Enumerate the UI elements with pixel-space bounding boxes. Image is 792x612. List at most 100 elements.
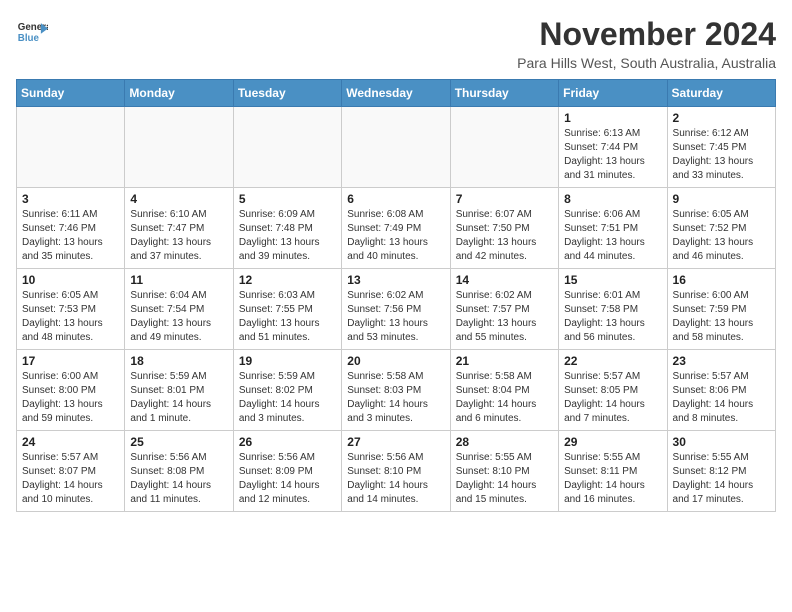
day-info: Sunrise: 6:05 AMSunset: 7:52 PMDaylight:… [673, 208, 770, 264]
calendar-cell: 14Sunrise: 6:02 AMSunset: 7:57 PMDayligh… [450, 269, 558, 350]
day-info: Sunrise: 6:08 AMSunset: 7:49 PMDaylight:… [347, 208, 444, 264]
calendar-cell: 8Sunrise: 6:06 AMSunset: 7:51 PMDaylight… [559, 188, 667, 269]
calendar-cell: 4 Sunrise: 6:10 AMSunset: 7:47 PMDaylight… [125, 188, 233, 269]
day-number: 19 [239, 354, 336, 368]
day-info: Sunrise: 6:10 AMSunset: 7:47 PMDaylight:… [130, 208, 227, 264]
day-number: 7 [456, 192, 553, 206]
day-number: 5 [239, 192, 336, 206]
day-number: 26 [239, 435, 336, 449]
day-number: 16 [673, 273, 770, 287]
day-number: 4 [130, 192, 227, 206]
day-number: 3 [22, 192, 119, 206]
day-number: 1 [564, 111, 661, 125]
calendar-header-thursday: Thursday [450, 80, 558, 107]
day-info: Sunrise: 6:00 AMSunset: 8:00 PMDaylight:… [22, 370, 119, 426]
calendar-cell: 2 Sunrise: 6:12 AMSunset: 7:45 PMDaylight… [667, 107, 775, 188]
calendar-cell: 1 Sunrise: 6:13 AMSunset: 7:44 PMDaylight… [559, 107, 667, 188]
calendar-cell: 25 Sunrise: 5:56 AMSunset: 8:08 PMDayligh… [125, 431, 233, 512]
day-info: Sunrise: 6:09 AMSunset: 7:48 PMDaylight:… [239, 208, 336, 264]
day-number: 23 [673, 354, 770, 368]
day-number: 8 [564, 192, 661, 206]
day-info: Sunrise: 6:12 AMSunset: 7:45 PMDaylight:… [673, 127, 770, 183]
day-number: 10 [22, 273, 119, 287]
calendar-cell: 18Sunrise: 5:59 AMSunset: 8:01 PMDayligh… [125, 350, 233, 431]
calendar-cell: 11 Sunrise: 6:04 AMSunset: 7:54 PMDayligh… [125, 269, 233, 350]
calendar-cell: 19 Sunrise: 5:59 AMSunset: 8:02 PMDayligh… [233, 350, 341, 431]
calendar-cell: 16 Sunrise: 6:00 AMSunset: 7:59 PMDayligh… [667, 269, 775, 350]
day-info: Sunrise: 5:57 AMSunset: 8:07 PMDaylight:… [22, 451, 119, 507]
day-number: 2 [673, 111, 770, 125]
day-number: 22 [564, 354, 661, 368]
logo-icon: General Blue [16, 16, 48, 48]
day-info: Sunrise: 6:05 AMSunset: 7:53 PMDaylight:… [22, 289, 119, 345]
calendar-cell [17, 107, 125, 188]
day-info: Sunrise: 5:58 AMSunset: 8:04 PMDaylight:… [456, 370, 553, 426]
day-number: 30 [673, 435, 770, 449]
calendar-cell: 9 Sunrise: 6:05 AMSunset: 7:52 PMDaylight… [667, 188, 775, 269]
calendar-cell: 6 Sunrise: 6:08 AMSunset: 7:49 PMDaylight… [342, 188, 450, 269]
day-info: Sunrise: 5:56 AMSunset: 8:10 PMDaylight:… [347, 451, 444, 507]
day-info: Sunrise: 6:00 AMSunset: 7:59 PMDaylight:… [673, 289, 770, 345]
day-number: 24 [22, 435, 119, 449]
calendar-week-row: 10 Sunrise: 6:05 AMSunset: 7:53 PMDayligh… [17, 269, 776, 350]
day-number: 17 [22, 354, 119, 368]
day-info: Sunrise: 5:56 AMSunset: 8:08 PMDaylight:… [130, 451, 227, 507]
day-info: Sunrise: 6:02 AMSunset: 7:57 PMDaylight:… [456, 289, 553, 345]
calendar-header-tuesday: Tuesday [233, 80, 341, 107]
day-number: 20 [347, 354, 444, 368]
day-info: Sunrise: 6:13 AMSunset: 7:44 PMDaylight:… [564, 127, 661, 183]
calendar-cell: 23Sunrise: 5:57 AMSunset: 8:06 PMDayligh… [667, 350, 775, 431]
calendar-week-row: 3Sunrise: 6:11 AMSunset: 7:46 PMDaylight… [17, 188, 776, 269]
day-info: Sunrise: 6:01 AMSunset: 7:58 PMDaylight:… [564, 289, 661, 345]
calendar-cell: 28Sunrise: 5:55 AMSunset: 8:10 PMDayligh… [450, 431, 558, 512]
day-number: 25 [130, 435, 227, 449]
calendar-cell: 26 Sunrise: 5:56 AMSunset: 8:09 PMDayligh… [233, 431, 341, 512]
day-info: Sunrise: 5:55 AMSunset: 8:11 PMDaylight:… [564, 451, 661, 507]
calendar-week-row: 24 Sunrise: 5:57 AMSunset: 8:07 PMDayligh… [17, 431, 776, 512]
calendar-cell [342, 107, 450, 188]
calendar-week-row: 1 Sunrise: 6:13 AMSunset: 7:44 PMDaylight… [17, 107, 776, 188]
calendar-cell: 12 Sunrise: 6:03 AMSunset: 7:55 PMDayligh… [233, 269, 341, 350]
day-number: 28 [456, 435, 553, 449]
calendar-header-monday: Monday [125, 80, 233, 107]
svg-text:Blue: Blue [18, 33, 40, 44]
calendar-cell: 27 Sunrise: 5:56 AMSunset: 8:10 PMDayligh… [342, 431, 450, 512]
day-info: Sunrise: 6:07 AMSunset: 7:50 PMDaylight:… [456, 208, 553, 264]
calendar-header-wednesday: Wednesday [342, 80, 450, 107]
calendar-cell [125, 107, 233, 188]
day-number: 13 [347, 273, 444, 287]
day-info: Sunrise: 5:57 AMSunset: 8:05 PMDaylight:… [564, 370, 661, 426]
day-number: 9 [673, 192, 770, 206]
day-number: 12 [239, 273, 336, 287]
month-title: November 2024 [517, 16, 776, 53]
calendar-cell: 17 Sunrise: 6:00 AMSunset: 8:00 PMDayligh… [17, 350, 125, 431]
calendar-cell: 22 Sunrise: 5:57 AMSunset: 8:05 PMDayligh… [559, 350, 667, 431]
day-info: Sunrise: 5:59 AMSunset: 8:01 PMDaylight:… [130, 370, 227, 426]
calendar-header-sunday: Sunday [17, 80, 125, 107]
day-info: Sunrise: 5:56 AMSunset: 8:09 PMDaylight:… [239, 451, 336, 507]
day-number: 6 [347, 192, 444, 206]
calendar-header-friday: Friday [559, 80, 667, 107]
logo: General Blue [16, 16, 48, 48]
day-info: Sunrise: 5:59 AMSunset: 8:02 PMDaylight:… [239, 370, 336, 426]
calendar-cell: 3Sunrise: 6:11 AMSunset: 7:46 PMDaylight… [17, 188, 125, 269]
calendar-cell: 30 Sunrise: 5:55 AMSunset: 8:12 PMDayligh… [667, 431, 775, 512]
day-info: Sunrise: 6:04 AMSunset: 7:54 PMDaylight:… [130, 289, 227, 345]
calendar-cell: 5 Sunrise: 6:09 AMSunset: 7:48 PMDaylight… [233, 188, 341, 269]
calendar-table: SundayMondayTuesdayWednesdayThursdayFrid… [16, 79, 776, 512]
day-info: Sunrise: 5:55 AMSunset: 8:12 PMDaylight:… [673, 451, 770, 507]
day-number: 21 [456, 354, 553, 368]
calendar-cell: 15 Sunrise: 6:01 AMSunset: 7:58 PMDayligh… [559, 269, 667, 350]
day-number: 27 [347, 435, 444, 449]
location-title: Para Hills West, South Australia, Austra… [517, 55, 776, 71]
calendar-header-saturday: Saturday [667, 80, 775, 107]
calendar-week-row: 17 Sunrise: 6:00 AMSunset: 8:00 PMDayligh… [17, 350, 776, 431]
day-number: 29 [564, 435, 661, 449]
day-info: Sunrise: 6:02 AMSunset: 7:56 PMDaylight:… [347, 289, 444, 345]
day-number: 15 [564, 273, 661, 287]
calendar-cell: 13 Sunrise: 6:02 AMSunset: 7:56 PMDayligh… [342, 269, 450, 350]
day-info: Sunrise: 5:58 AMSunset: 8:03 PMDaylight:… [347, 370, 444, 426]
day-info: Sunrise: 6:03 AMSunset: 7:55 PMDaylight:… [239, 289, 336, 345]
calendar-cell: 20 Sunrise: 5:58 AMSunset: 8:03 PMDayligh… [342, 350, 450, 431]
day-number: 11 [130, 273, 227, 287]
